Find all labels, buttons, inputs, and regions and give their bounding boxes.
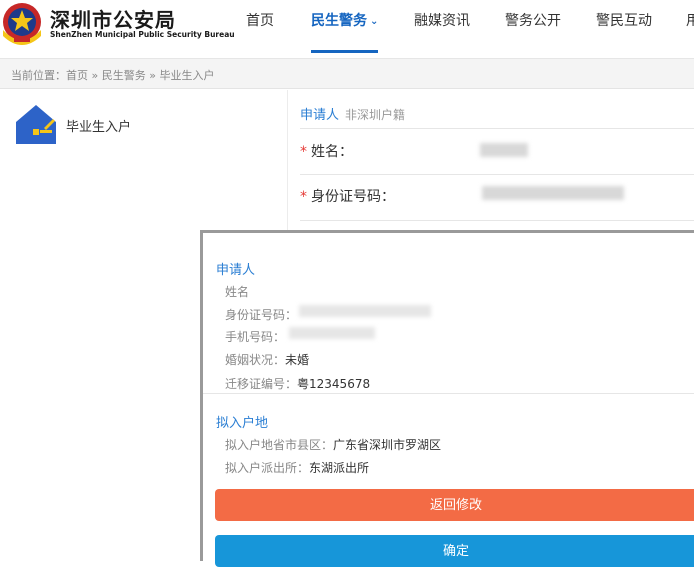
- row-label: 拟入户地省市县区：: [225, 438, 334, 452]
- id-value-redacted[interactable]: [482, 186, 624, 200]
- house-icon: [16, 105, 56, 144]
- nav-more[interactable]: 用: [686, 10, 694, 50]
- chevron-down-icon: ⌄: [370, 16, 379, 27]
- name-field-label: * 姓名：: [300, 141, 353, 161]
- row-label: 姓名: [225, 285, 250, 299]
- modal-row-transfer-no: 迁移证编号：粤12345678: [225, 375, 370, 392]
- nav-media-news[interactable]: 融媒资讯: [414, 10, 470, 50]
- modal-row-district: 拟入户地省市县区：广东省深圳市罗湖区: [225, 436, 441, 453]
- confirm-dialog: 申请人 姓名 身份证号码： 手机号码： 婚姻状况：未婚 迁移证编号：粤12345…: [200, 230, 694, 567]
- row-label: 婚姻状况：: [225, 353, 286, 367]
- nav-police-public[interactable]: 警民互动: [596, 10, 652, 50]
- label-text: 姓名：: [311, 144, 353, 160]
- modal-row-id: 身份证号码：: [225, 306, 297, 323]
- nav-police-affairs[interactable]: 警务公开: [505, 10, 561, 50]
- row-value: 广东省深圳市罗湖区: [333, 438, 442, 452]
- applicant-section-title: 申请人 非深圳户籍: [300, 104, 405, 123]
- phone-value-redacted: [289, 327, 375, 339]
- site-title: 深圳市公安局: [50, 8, 176, 32]
- modal-divider: [203, 393, 694, 394]
- breadcrumb: 当前位置：首页 » 民生警务 » 毕业生入户: [11, 69, 215, 82]
- form-divider: [300, 128, 694, 129]
- name-value-redacted[interactable]: [480, 143, 528, 157]
- nav-livelihood-policing[interactable]: 民生警务 ⌄: [311, 10, 379, 53]
- modal-row-name: 姓名: [225, 283, 249, 300]
- row-label: 迁移证编号：: [225, 377, 298, 391]
- modal-row-police-station: 拟入户派出所：东湖派出所: [225, 459, 369, 476]
- id-value-redacted: [299, 305, 431, 317]
- breadcrumb-bar: 当前位置：首页 » 民生警务 » 毕业生入户: [0, 59, 694, 89]
- police-emblem-icon: [3, 3, 41, 45]
- site-header: 深圳市公安局 ShenZhen Municipal Public Securit…: [0, 0, 694, 58]
- required-mark: *: [300, 144, 307, 160]
- id-field-label: * 身份证号码：: [300, 186, 395, 206]
- sidebar-item-graduate-registration[interactable]: 毕业生入户: [16, 104, 216, 144]
- row-value: 粤12345678: [297, 377, 371, 391]
- site-subtitle: ShenZhen Municipal Public Security Burea…: [50, 30, 235, 39]
- form-divider: [300, 220, 694, 221]
- row-label: 拟入户派出所：: [225, 461, 310, 475]
- nav-home[interactable]: 首页: [246, 10, 274, 50]
- row-label: 手机号码：: [225, 330, 286, 344]
- modal-row-phone: 手机号码：: [225, 328, 285, 345]
- sidebar-divider: [287, 90, 288, 230]
- nav-label: 民生警务: [311, 13, 367, 29]
- row-label: 身份证号码：: [225, 308, 298, 322]
- label-text: 身份证号码：: [311, 189, 395, 205]
- modal-household-title: 拟入户地: [216, 416, 269, 431]
- modal-row-marital: 婚姻状况：未婚: [225, 351, 309, 368]
- section-subtitle: 非深圳户籍: [345, 108, 406, 122]
- section-title-text: 申请人: [300, 108, 340, 123]
- form-divider: [300, 174, 694, 175]
- modal-applicant-title: 申请人: [216, 263, 256, 278]
- row-value: 未婚: [285, 353, 310, 367]
- sidebar-item-label: 毕业生入户: [66, 120, 132, 135]
- row-value: 东湖派出所: [309, 461, 370, 475]
- confirm-button[interactable]: 确定: [215, 535, 694, 567]
- required-mark: *: [300, 189, 307, 205]
- back-edit-button[interactable]: 返回修改: [215, 489, 694, 521]
